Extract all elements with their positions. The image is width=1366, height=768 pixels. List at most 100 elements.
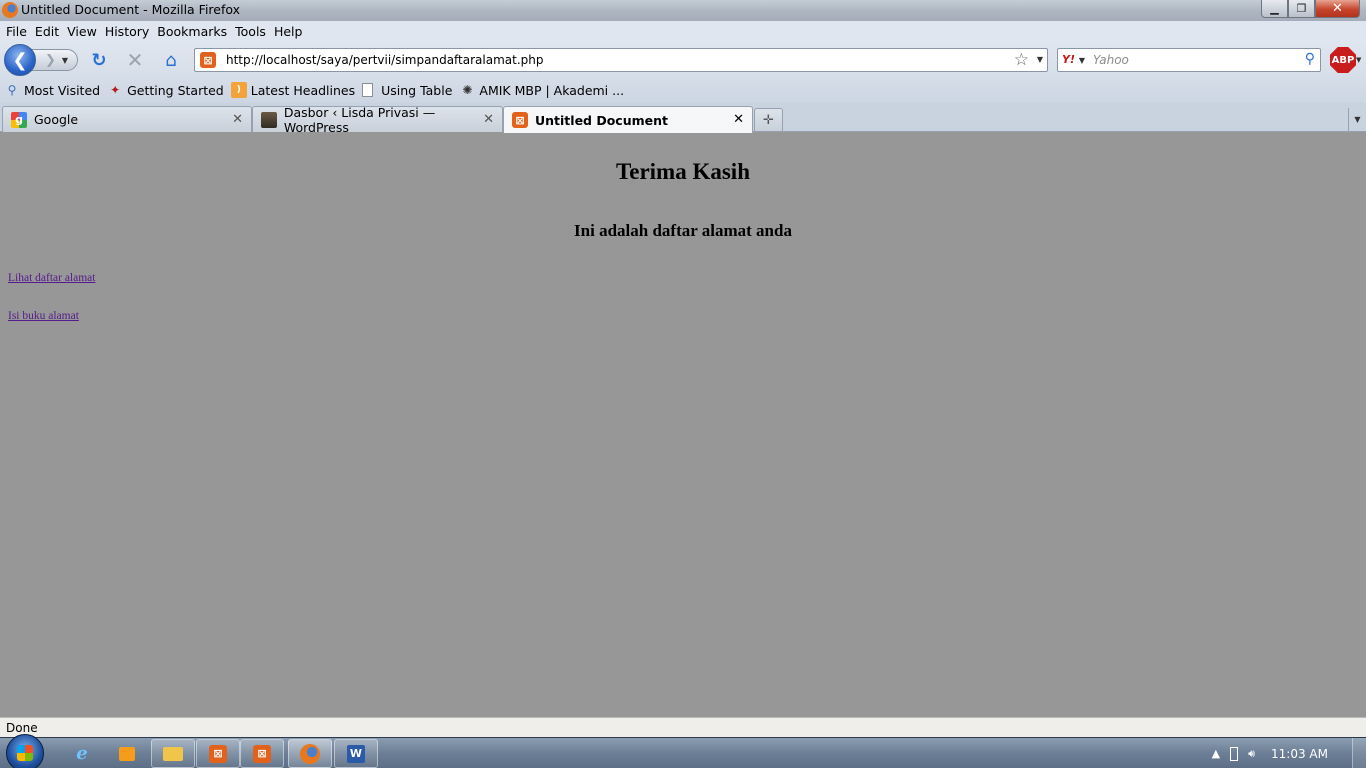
bookmark-using-table[interactable]: Using Table <box>362 83 452 98</box>
home-button[interactable]: ⌂ <box>160 49 182 71</box>
internet-explorer-icon: e <box>76 743 88 764</box>
bookmark-latest-headlines[interactable]: ) Latest Headlines <box>230 82 356 98</box>
google-icon: g <box>11 111 27 128</box>
tab-label: Dasbor ‹ Lisda Privasi — WordPress <box>283 104 436 135</box>
battery-icon[interactable] <box>1230 746 1239 761</box>
menu-edit[interactable]: Edit <box>31 24 63 39</box>
system-tray: ▲ 🔊︎ 11:03 AM <box>1212 738 1366 768</box>
fill-address-book-link[interactable]: Isi buku alamat <box>8 310 79 322</box>
back-arrow-icon: ❮ <box>12 49 28 71</box>
wordpress-icon <box>261 111 277 128</box>
folder-icon <box>163 746 183 761</box>
menu-file[interactable]: File <box>2 24 31 39</box>
plus-icon: ✛ <box>763 112 774 128</box>
windows-taskbar: e ⊠ ⊠ W ▲ 🔊︎ 11:03 AM <box>0 734 1366 768</box>
taskbar-xampp-control[interactable]: ⊠ <box>240 739 284 768</box>
view-address-list-link[interactable]: Lihat daftar alamat <box>8 272 95 284</box>
maximize-button[interactable]: ❐ <box>1288 0 1315 18</box>
window-controls: ▁ ❐ ✕ <box>1261 0 1360 18</box>
taskbar-internet-explorer[interactable]: e <box>68 739 96 768</box>
taskbar-word[interactable]: W <box>334 739 378 768</box>
chevron-down-icon: ▼ <box>1078 56 1085 65</box>
tab-close-icon[interactable]: ✕ <box>232 112 243 127</box>
history-dropdown-icon[interactable]: ▼ <box>62 56 68 65</box>
most-visited-icon: ⚲ <box>7 83 17 97</box>
menu-history[interactable]: History <box>101 24 153 39</box>
tab-list-button[interactable]: ▼ <box>1348 108 1366 131</box>
tab-google[interactable]: g Google ✕ <box>2 106 252 132</box>
search-magnifier-icon[interactable]: ⚲ <box>1305 51 1315 67</box>
xampp-site-icon: ⊠ <box>200 52 216 68</box>
url-text[interactable]: http://localhost/saya/pertvii/simpandaft… <box>226 53 544 67</box>
abp-dropdown-icon[interactable]: ▼ <box>1356 56 1361 64</box>
page-heading: Terima Kasih <box>616 159 750 184</box>
yahoo-icon: Y! <box>1062 53 1075 66</box>
search-bar[interactable]: Y! ▼ Yahoo ⚲ <box>1057 48 1321 72</box>
url-dropdown-icon[interactable]: ▼ <box>1037 55 1043 64</box>
firefox-icon <box>2 2 18 18</box>
home-icon: ⌂ <box>165 49 177 71</box>
search-input[interactable]: Yahoo <box>1093 53 1129 67</box>
navigation-toolbar: ❮ ❯ ▼ ↻ ✕ ⌂ ⊠ http://localhost/saya/pertv… <box>0 42 1366 77</box>
menu-help[interactable]: Help <box>270 24 307 39</box>
new-tab-button[interactable]: ✛ <box>754 108 783 131</box>
adblock-plus-button[interactable]: ABP <box>1330 47 1356 73</box>
bookmark-most-visited[interactable]: ⚲ Most Visited <box>4 82 101 98</box>
status-bar: Done <box>0 717 1366 737</box>
amik-icon: ✺ <box>462 83 473 97</box>
bookmarks-toolbar: ⚲ Most Visited ✦ Getting Started ) Lates… <box>0 77 1366 103</box>
taskbar-firefox[interactable] <box>288 739 332 768</box>
bookmark-amik[interactable]: ✺ AMIK MBP | Akademi ... <box>459 82 624 98</box>
getting-started-icon: ✦ <box>110 83 121 97</box>
clock[interactable]: 11:03 AM <box>1271 747 1328 761</box>
bookmark-label: Latest Headlines <box>250 82 356 98</box>
back-forward-group: ❮ ❯ ▼ <box>4 44 78 76</box>
url-bar[interactable]: ⊠ http://localhost/saya/pertvii/simpanda… <box>194 48 1048 72</box>
status-text: Done <box>6 721 38 735</box>
forward-arrow-icon: ❯ <box>45 52 56 68</box>
menu-view[interactable]: View <box>63 24 101 39</box>
start-button[interactable] <box>6 734 44 768</box>
windows-logo-icon <box>17 745 33 761</box>
reload-button[interactable]: ↻ <box>88 49 110 71</box>
reload-icon: ↻ <box>91 49 107 71</box>
media-player-icon <box>119 746 135 761</box>
taskbar-media-player[interactable] <box>115 739 139 768</box>
bookmark-star-icon[interactable]: ☆ <box>1014 50 1029 70</box>
window-title: Untitled Document - Mozilla Firefox <box>21 2 241 17</box>
tab-close-icon[interactable]: ✕ <box>483 112 494 127</box>
tab-wordpress[interactable]: Dasbor ‹ Lisda Privasi — WordPress ✕ <box>252 104 503 135</box>
minimize-button[interactable]: ▁ <box>1261 0 1288 18</box>
word-icon: W <box>347 744 365 763</box>
tab-close-icon[interactable]: ✕ <box>733 112 744 127</box>
taskbar-windows-explorer[interactable] <box>151 739 195 768</box>
volume-icon[interactable]: 🔊︎ <box>1248 747 1255 761</box>
abp-label: ABP <box>1331 54 1355 66</box>
page-content: Terima Kasih Ini adalah daftar alamat an… <box>0 132 1366 717</box>
menu-bar: File Edit View History Bookmarks Tools H… <box>0 21 1366 42</box>
tab-untitled-document[interactable]: ⊠ Untitled Document ✕ <box>503 106 753 133</box>
tab-label: Google <box>34 112 79 127</box>
tab-bar: g Google ✕ Dasbor ‹ Lisda Privasi — Word… <box>0 103 1366 135</box>
show-hidden-icons[interactable]: ▲ <box>1212 747 1220 760</box>
taskbar-xampp[interactable]: ⊠ <box>196 739 240 768</box>
title-bar: Untitled Document - Mozilla Firefox ▁ ❐ … <box>0 0 1366 21</box>
rss-icon: ) <box>230 82 247 98</box>
page-subheading: Ini adalah daftar alamat anda <box>574 221 792 240</box>
stop-button[interactable]: ✕ <box>124 48 146 72</box>
xampp-icon: ⊠ <box>512 112 528 128</box>
show-desktop-button[interactable] <box>1352 738 1366 768</box>
xampp-icon: ⊠ <box>209 744 227 763</box>
bookmark-label: Getting Started <box>127 82 224 98</box>
close-button[interactable]: ✕ <box>1315 0 1360 18</box>
menu-tools[interactable]: Tools <box>231 24 270 39</box>
chevron-down-icon: ▼ <box>1354 115 1361 124</box>
back-button[interactable]: ❮ <box>4 44 36 76</box>
page-icon <box>362 83 374 97</box>
search-engine-selector[interactable]: Y! ▼ <box>1062 53 1085 66</box>
tab-label: Untitled Document <box>535 112 668 128</box>
bookmark-label: Most Visited <box>24 82 101 98</box>
xampp-control-icon: ⊠ <box>253 744 271 763</box>
bookmark-getting-started[interactable]: ✦ Getting Started <box>107 82 224 98</box>
menu-bookmarks[interactable]: Bookmarks <box>153 24 231 39</box>
